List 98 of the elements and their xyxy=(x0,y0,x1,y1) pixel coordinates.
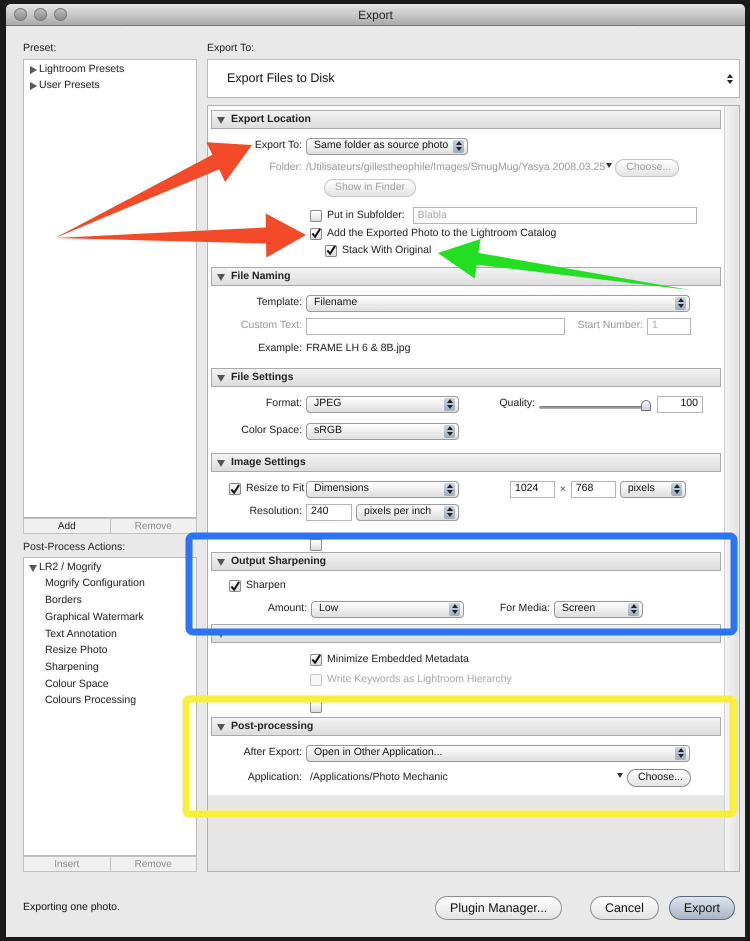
dialog-button[interactable]: Export xyxy=(668,896,735,920)
field-label: Color Space: xyxy=(240,423,303,438)
section-header[interactable]: Output Sharpening xyxy=(211,552,721,571)
checkbox[interactable] xyxy=(229,580,241,592)
field-label: Quality: xyxy=(498,396,536,412)
section-header[interactable]: Export Location xyxy=(211,110,721,129)
list-button[interactable]: Add xyxy=(23,518,110,534)
text-field[interactable]: 240 xyxy=(306,504,352,520)
up-down-arrows-icon xyxy=(631,604,637,614)
section-header[interactable]: File Naming xyxy=(211,267,721,286)
dropdown-triangle-icon[interactable] xyxy=(617,773,623,778)
popup-menu[interactable]: pixels xyxy=(620,480,686,498)
field-label: Folder: xyxy=(268,160,303,175)
up-down-arrows-icon xyxy=(678,298,684,308)
slider-thumb[interactable] xyxy=(641,400,651,411)
export-to-popup[interactable]: Export Files to Disk xyxy=(207,59,740,98)
popup-menu[interactable]: Filename xyxy=(306,294,690,312)
status-text: Exporting one photo. xyxy=(23,900,121,915)
checkbox-label: Add the Exported Photo to the Lightroom Catalog xyxy=(327,226,556,241)
dialog-button[interactable]: Plugin Manager... xyxy=(435,896,562,920)
popup-menu[interactable]: pixels per inch xyxy=(356,504,459,520)
checkbox[interactable] xyxy=(310,539,322,551)
disclosure-triangle-down-icon[interactable] xyxy=(217,558,225,566)
dropdown-triangle-icon[interactable] xyxy=(606,162,612,168)
disclosure-triangle-down-icon[interactable] xyxy=(217,374,225,382)
window-control-button[interactable] xyxy=(14,8,27,21)
disclosure-triangle-down-icon[interactable] xyxy=(217,272,225,280)
popup-menu[interactable]: sRGB xyxy=(306,422,459,440)
application-path: /Applications/Photo Mechanic xyxy=(310,770,449,786)
section-label: Preset: xyxy=(23,41,58,55)
window-control-button[interactable] xyxy=(34,8,47,21)
up-down-arrows-icon xyxy=(456,141,462,151)
tree-item[interactable]: Borders xyxy=(24,592,196,610)
tree-item[interactable]: Mogrify Configuration xyxy=(24,576,196,593)
window-title: Export xyxy=(358,6,393,24)
folder-path: /Utilisateurs/gillestheophile/Images/SmugMug/Yasya 2008.03.25 xyxy=(306,160,606,175)
example-filename: FRAME LH 6 & 8B.jpg xyxy=(306,341,410,356)
popup-menu[interactable]: Screen xyxy=(554,600,643,618)
checkbox-label: Minimize Embedded Metadata xyxy=(327,652,469,667)
checkbox-label: Stack With Original xyxy=(342,242,432,258)
tree-item[interactable]: Resize Photo xyxy=(24,642,196,660)
tree-item[interactable]: Colours Processing xyxy=(24,692,196,710)
field-label: Template: xyxy=(255,295,303,310)
up-down-arrows-icon xyxy=(447,507,453,517)
field-label: Custom Text: xyxy=(240,318,303,334)
disclosure-triangle-down-icon[interactable] xyxy=(217,458,225,466)
checkbox-label: Resize to Fit xyxy=(246,481,306,496)
checkbox-label: Put in Subfolder: xyxy=(327,208,405,223)
section-label: Post-Process Actions: xyxy=(23,540,126,554)
section-header[interactable]: Post-processing xyxy=(211,717,721,736)
checkbox-label: Write Keywords as Lightroom Hierarchy xyxy=(327,672,512,687)
text-field[interactable]: 100 xyxy=(657,396,703,412)
checkbox[interactable] xyxy=(310,654,322,666)
up-down-arrows-icon xyxy=(678,748,684,758)
checkbox[interactable] xyxy=(229,483,241,495)
field-label: For Media: xyxy=(498,601,551,616)
up-down-arrows-icon xyxy=(447,426,453,436)
tree-item[interactable]: Colour Space xyxy=(24,676,196,693)
checkbox[interactable] xyxy=(325,244,337,256)
up-down-arrows-icon xyxy=(727,74,733,84)
dialog-button[interactable]: Cancel xyxy=(590,896,659,920)
window-control-button[interactable] xyxy=(54,8,67,21)
tree-item[interactable]: Sharpening xyxy=(24,659,196,676)
disclosure-triangle-down-icon[interactable] xyxy=(29,564,37,572)
field-label: Amount: xyxy=(266,601,308,616)
tree-item[interactable]: Graphical Watermark xyxy=(24,609,196,626)
field-label: Start Number: xyxy=(576,318,644,334)
checkbox[interactable] xyxy=(310,228,322,240)
section-header[interactable]: File Settings xyxy=(211,368,721,387)
times-sign: × xyxy=(560,482,566,496)
popup-menu[interactable]: JPEG xyxy=(306,396,459,412)
tree-item[interactable]: Lightroom Presets xyxy=(24,62,196,78)
field-label: After Export: xyxy=(242,745,303,760)
text-field[interactable]: 1024 xyxy=(510,480,555,498)
checkbox-label: Sharpen xyxy=(246,578,286,594)
field-label: Example: xyxy=(257,341,303,356)
tree-item[interactable]: User Presets xyxy=(24,78,196,94)
field-label: Application: xyxy=(246,770,303,786)
up-down-arrows-icon xyxy=(452,604,458,614)
up-down-arrows-icon xyxy=(447,484,453,494)
tree-item[interactable]: LR2 / Mogrify xyxy=(24,560,196,576)
field-label: Export To: xyxy=(254,138,303,154)
field-label: Resolution: xyxy=(248,504,303,520)
tree-item[interactable]: Text Annotation xyxy=(24,626,196,643)
up-down-arrows-icon xyxy=(447,399,453,409)
popup-menu[interactable]: Dimensions xyxy=(306,480,459,498)
field-label: Format: xyxy=(264,396,303,412)
disclosure-triangle-down-icon[interactable] xyxy=(217,722,225,730)
disclosure-triangle-down-icon[interactable] xyxy=(217,116,225,124)
up-down-arrows-icon xyxy=(674,484,680,494)
section-label: Export To: xyxy=(207,41,256,55)
text-field[interactable] xyxy=(306,318,565,334)
popup-menu[interactable]: Same folder as source photo xyxy=(306,138,468,154)
section-header[interactable]: Image Settings xyxy=(211,453,721,472)
popup-menu[interactable]: Open in Other Application... xyxy=(306,744,690,762)
text-field[interactable]: 768 xyxy=(570,480,616,498)
choose-button[interactable]: Choose... xyxy=(627,769,691,787)
popup-menu[interactable]: Low xyxy=(311,600,464,618)
